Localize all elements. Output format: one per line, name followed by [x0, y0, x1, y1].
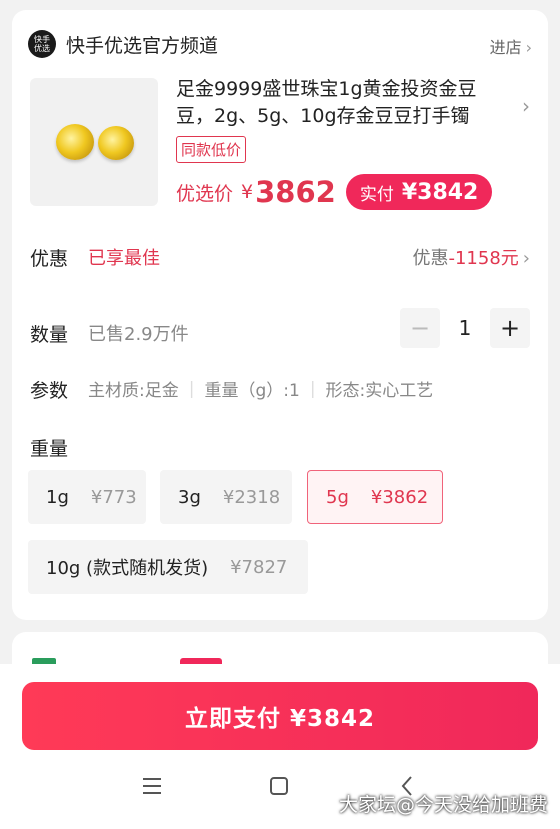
separator: | — [309, 378, 316, 399]
weight-option-3g[interactable]: 3g ¥2318 — [160, 470, 292, 524]
home-icon[interactable] — [267, 774, 291, 804]
option-price: ¥7827 — [230, 556, 288, 578]
quantity-stepper: − 1 + — [400, 308, 530, 348]
paid-badge: 实付 ¥3842 — [345, 174, 493, 210]
quantity-value[interactable]: 1 — [440, 316, 490, 340]
store-name: 快手优选官方频道 — [66, 34, 219, 57]
option-weight: 3g — [178, 486, 201, 508]
discount-detail[interactable]: 优惠-1158元 › — [412, 244, 530, 270]
param-material: 主材质:足金 — [88, 381, 179, 401]
separator: | — [188, 378, 195, 399]
params-label: 参数 — [30, 380, 69, 402]
menu-icon[interactable] — [140, 774, 164, 804]
plus-button[interactable]: + — [490, 308, 530, 348]
option-price: ¥773 — [90, 486, 137, 508]
weight-option-5g[interactable]: 5g ¥3862 — [307, 470, 443, 524]
store-logo: 快手 优选 — [28, 30, 56, 58]
enter-store-link[interactable]: 进店 › — [490, 34, 532, 58]
chevron-right-icon: › — [522, 248, 530, 269]
watermark: 大家坛@今天没给加班费 — [338, 794, 548, 816]
param-form: 形态:实心工艺 — [325, 381, 434, 401]
discount-value: 已享最佳 — [88, 248, 160, 269]
store-header[interactable]: 快手 优选 快手优选官方频道 — [28, 26, 218, 62]
option-weight: 1g — [46, 486, 69, 508]
gold-bean-right — [98, 126, 134, 160]
price-value: 3862 — [255, 175, 336, 209]
product-image[interactable] — [30, 78, 158, 206]
param-weight: 重量（g）:1 — [204, 381, 300, 401]
option-price: ¥3862 — [370, 486, 429, 508]
chevron-right-icon: › — [525, 38, 532, 57]
option-weight: 10g (款式随机发货) — [46, 558, 209, 579]
price-line: 优选价 ¥ 3862 实付 ¥3842 — [176, 174, 493, 210]
paid-price: ¥3842 — [401, 179, 479, 205]
discount-amount: -1158元 — [448, 248, 519, 269]
pay-now-button[interactable]: 立即支付 ¥3842 — [22, 682, 538, 750]
discount-right-label: 优惠 — [412, 248, 449, 269]
quantity-label: 数量 — [30, 324, 69, 346]
enter-store-label: 进店 — [489, 38, 522, 57]
paid-label: 实付 — [359, 184, 394, 205]
currency-symbol: ¥ — [241, 181, 254, 203]
weight-label: 重量 — [30, 438, 69, 460]
option-price: ¥2318 — [222, 486, 281, 508]
gold-bean-left — [56, 124, 94, 160]
sold-count: 已售2.9万件 — [88, 324, 189, 345]
discount-label: 优惠 — [30, 248, 69, 270]
weight-option-10g[interactable]: 10g (款式随机发货) ¥7827 — [28, 540, 308, 594]
chevron-right-icon[interactable]: › — [522, 94, 530, 118]
minus-button[interactable]: − — [400, 308, 440, 348]
weight-option-1g[interactable]: 1g ¥773 — [28, 470, 146, 524]
params-list[interactable]: 主材质:足金 | 重量（g）:1 | 形态:实心工艺 — [88, 376, 434, 402]
option-weight: 5g — [326, 486, 349, 508]
product-card: 快手 优选 快手优选官方频道 进店 › 足金9999盛世珠宝1g黄金投资金豆豆，2… — [12, 10, 548, 620]
price-label: 优选价 — [176, 182, 234, 205]
product-title[interactable]: 足金9999盛世珠宝1g黄金投资金豆豆，2g、5g、10g存金豆豆打手镯 — [176, 76, 506, 130]
same-low-price-tag: 同款低价 — [176, 136, 247, 163]
